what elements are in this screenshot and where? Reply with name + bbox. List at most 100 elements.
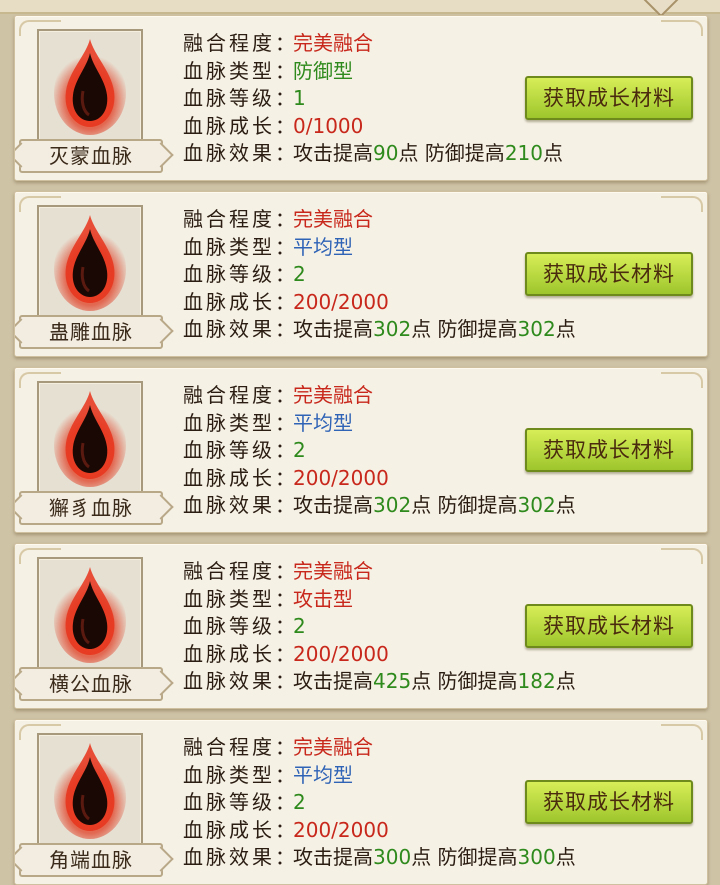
growth-value: 200/2000 <box>293 289 389 314</box>
type-row: 血脉类型：平均型 <box>183 234 576 262</box>
def-unit: 点 <box>555 493 576 518</box>
level-label: 血脉等级： <box>183 790 295 815</box>
effect-label: 血脉效果： <box>183 141 295 166</box>
blood-drop-icon[interactable] <box>37 381 143 495</box>
growth-label: 血脉成长： <box>183 113 295 138</box>
growth-value: 200/2000 <box>293 817 389 842</box>
def-value: 182 <box>517 669 556 694</box>
level-row: 血脉等级：2 <box>183 789 576 817</box>
level-value: 2 <box>293 790 306 815</box>
atk-unit: 点 <box>411 317 432 342</box>
get-growth-material-button[interactable]: 获取成长材料 <box>525 252 693 296</box>
atk-value: 300 <box>373 845 412 870</box>
bloodline-stats: 融合程度：完美融合 血脉类型：平均型 血脉等级：2 血脉成长：200/2000 血脉效果… <box>183 734 576 872</box>
level-value: 2 <box>293 438 306 463</box>
get-growth-material-button[interactable]: 获取成长材料 <box>525 780 693 824</box>
fusion-label: 融合程度： <box>183 207 295 231</box>
def-unit: 点 <box>555 317 576 342</box>
atk-prefix: 攻击提高 <box>293 493 373 518</box>
level-row: 血脉等级：2 <box>183 437 576 465</box>
growth-row: 血脉成长：200/2000 <box>183 817 576 845</box>
fusion-value: 完美融合 <box>293 207 373 231</box>
level-row: 血脉等级：2 <box>183 613 576 641</box>
type-label: 血脉类型： <box>183 586 295 611</box>
atk-prefix: 攻击提高 <box>293 141 373 166</box>
atk-prefix: 攻击提高 <box>293 845 373 870</box>
get-growth-material-button[interactable]: 获取成长材料 <box>525 428 693 472</box>
growth-row: 血脉成长：200/2000 <box>183 641 576 669</box>
effect-row: 血脉效果：攻击提高302点 防御提高302点 <box>183 492 576 520</box>
growth-label: 血脉成长： <box>183 289 295 314</box>
type-value: 平均型 <box>293 410 353 435</box>
bloodline-name: 灭蒙血脉 <box>19 139 163 173</box>
effect-label: 血脉效果： <box>183 669 295 694</box>
level-label: 血脉等级： <box>183 86 295 111</box>
level-label: 血脉等级： <box>183 614 295 639</box>
atk-unit: 点 <box>411 493 432 518</box>
def-value: 300 <box>517 845 556 870</box>
fusion-row: 融合程度：完美融合 <box>183 30 563 58</box>
growth-value: 200/2000 <box>293 641 389 666</box>
fusion-row: 融合程度：完美融合 <box>183 206 576 234</box>
def-unit: 点 <box>543 141 563 166</box>
blood-drop-icon[interactable] <box>37 29 143 143</box>
fusion-label: 融合程度： <box>183 559 295 583</box>
level-label: 血脉等级： <box>183 438 295 463</box>
type-label: 血脉类型： <box>183 410 295 435</box>
growth-row: 血脉成长：200/2000 <box>183 289 576 317</box>
growth-label: 血脉成长： <box>183 465 295 490</box>
level-label: 血脉等级： <box>183 262 295 287</box>
fusion-value: 完美融合 <box>293 383 373 407</box>
effect-row: 血脉效果：攻击提高300点 防御提高300点 <box>183 844 576 872</box>
type-value: 攻击型 <box>293 586 353 611</box>
effect-label: 血脉效果： <box>183 317 295 342</box>
top-panel-edge <box>0 0 720 14</box>
effect-label: 血脉效果： <box>183 845 295 870</box>
effect-row: 血脉效果：攻击提高425点 防御提高182点 <box>183 668 576 696</box>
growth-label: 血脉成长： <box>183 817 295 842</box>
effect-row: 血脉效果：攻击提高302点 防御提高302点 <box>183 316 576 344</box>
type-label: 血脉类型： <box>183 762 295 787</box>
atk-value: 302 <box>373 317 412 342</box>
def-prefix: 防御提高 <box>437 493 518 518</box>
level-value: 1 <box>293 86 306 111</box>
fusion-row: 融合程度：完美融合 <box>183 558 576 586</box>
def-prefix: 防御提高 <box>437 845 518 870</box>
def-unit: 点 <box>555 669 576 694</box>
bloodline-name: 角端血脉 <box>19 843 163 877</box>
level-value: 2 <box>293 262 306 287</box>
bloodline-name: 蛊雕血脉 <box>19 315 163 349</box>
type-value: 平均型 <box>293 234 353 259</box>
fusion-label: 融合程度： <box>183 735 295 759</box>
type-row: 血脉类型：防御型 <box>183 58 563 86</box>
bloodline-stats: 融合程度：完美融合 血脉类型：防御型 血脉等级：1 血脉成长：0/1000 血脉效果：攻… <box>183 30 563 168</box>
fusion-value: 完美融合 <box>293 735 373 759</box>
effect-row: 血脉效果：攻击提高90点 防御提高210点 <box>183 140 563 168</box>
bloodline-stats: 融合程度：完美融合 血脉类型：平均型 血脉等级：2 血脉成长：200/2000 血脉效果… <box>183 382 576 520</box>
growth-row: 血脉成长：0/1000 <box>183 113 563 141</box>
bloodline-card: 獬豸血脉 融合程度：完美融合 血脉类型：平均型 血脉等级：2 血脉成长：200/2000… <box>14 367 708 533</box>
growth-row: 血脉成长：200/2000 <box>183 465 576 493</box>
get-growth-material-button[interactable]: 获取成长材料 <box>525 76 693 120</box>
atk-unit: 点 <box>411 669 432 694</box>
bloodline-card: 横公血脉 融合程度：完美融合 血脉类型：攻击型 血脉等级：2 血脉成长：200/2000… <box>14 543 708 709</box>
bloodline-name: 横公血脉 <box>19 667 163 701</box>
fusion-value: 完美融合 <box>293 559 373 583</box>
type-row: 血脉类型：平均型 <box>183 410 576 438</box>
fusion-label: 融合程度： <box>183 31 295 55</box>
fusion-row: 融合程度：完美融合 <box>183 382 576 410</box>
type-value: 平均型 <box>293 762 353 787</box>
bloodline-card: 角端血脉 融合程度：完美融合 血脉类型：平均型 血脉等级：2 血脉成长：200/2000… <box>14 719 708 885</box>
blood-drop-icon[interactable] <box>37 205 143 319</box>
get-growth-material-button[interactable]: 获取成长材料 <box>525 604 693 648</box>
blood-drop-icon[interactable] <box>37 557 143 671</box>
bloodline-card: 灭蒙血脉 融合程度：完美融合 血脉类型：防御型 血脉等级：1 血脉成长：0/1000 血脉… <box>14 15 708 181</box>
def-value: 302 <box>517 317 556 342</box>
atk-unit: 点 <box>411 845 432 870</box>
bloodline-stats: 融合程度：完美融合 血脉类型：攻击型 血脉等级：2 血脉成长：200/2000 血脉效果… <box>183 558 576 696</box>
blood-drop-icon[interactable] <box>37 733 143 847</box>
fusion-label: 融合程度： <box>183 383 295 407</box>
type-label: 血脉类型： <box>183 58 295 83</box>
type-row: 血脉类型：攻击型 <box>183 586 576 614</box>
def-value: 210 <box>504 141 543 166</box>
